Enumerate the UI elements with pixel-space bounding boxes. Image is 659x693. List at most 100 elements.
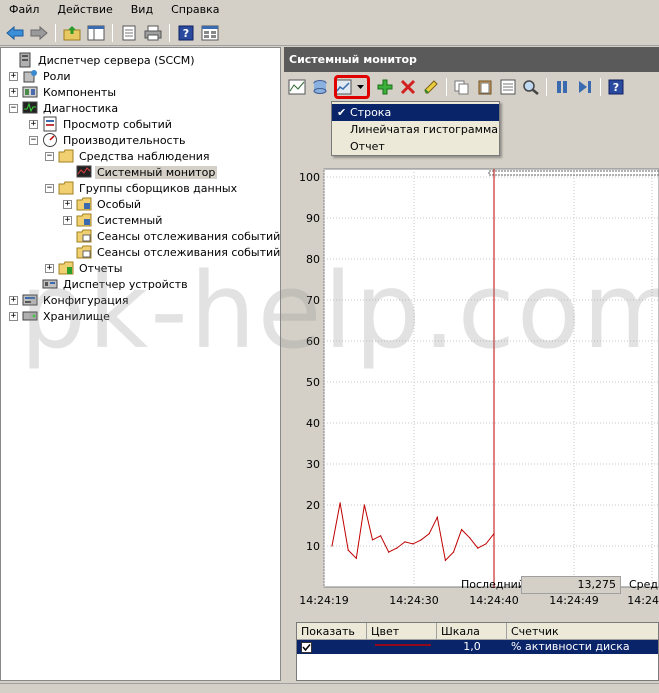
expand-icon[interactable]: + xyxy=(9,295,18,305)
header-scale[interactable]: Шкала xyxy=(437,623,507,640)
show-hide-tree-button[interactable] xyxy=(85,22,107,44)
expand-icon[interactable]: + xyxy=(29,119,38,129)
menu-file[interactable]: Файл xyxy=(0,0,48,20)
svg-text:?: ? xyxy=(183,27,189,40)
tree-item[interactable]: − Средства наблюдения xyxy=(45,148,212,164)
back-button[interactable] xyxy=(4,22,26,44)
tree-item-label: Особый xyxy=(97,197,142,211)
highlight-button[interactable] xyxy=(420,76,442,98)
tree-item[interactable]: + Роли xyxy=(9,68,73,84)
collapse-icon[interactable]: − xyxy=(45,151,54,161)
tree-item-label: Компоненты xyxy=(43,85,117,99)
tree-item[interactable]: Сеансы отслеживания событий xyxy=(63,228,280,244)
tree-item[interactable]: Диспетчер сервера (SCCM) xyxy=(4,52,197,68)
no-expander xyxy=(4,56,13,65)
scale-cell: 1,0 xyxy=(463,640,481,653)
storage-icon xyxy=(22,308,38,324)
event-viewer-icon xyxy=(42,116,58,132)
components-icon xyxy=(22,84,38,100)
data-point xyxy=(412,543,414,545)
tree-item[interactable]: − Группы сборщиков данных xyxy=(45,180,239,196)
header-color[interactable]: Цвет xyxy=(367,623,437,640)
delete-counter-button[interactable] xyxy=(397,76,419,98)
paste-counter-list-button[interactable] xyxy=(474,76,496,98)
help-button[interactable]: ? xyxy=(175,22,197,44)
update-data-button[interactable] xyxy=(574,76,596,98)
header-counter[interactable]: Счетчик xyxy=(507,623,658,640)
zoom-button[interactable] xyxy=(520,76,542,98)
tree-item-label: Системный монитор xyxy=(95,165,218,179)
data-point xyxy=(469,537,471,539)
collapse-icon[interactable]: − xyxy=(9,103,18,113)
menu-bar: Файл Действие Вид Справка xyxy=(0,0,659,20)
properties-button-pm[interactable] xyxy=(497,76,519,98)
graph-type-option-label: Линейчатая гистограмма xyxy=(350,123,498,136)
header-show[interactable]: Показать xyxy=(297,623,367,640)
tree-item[interactable]: + Хранилище xyxy=(9,308,112,324)
graph-type-option[interactable]: Отчет xyxy=(332,138,499,155)
tree-item[interactable]: + Компоненты xyxy=(9,84,118,100)
tree-item[interactable]: Диспетчер устройств xyxy=(29,276,190,292)
collapse-icon[interactable]: − xyxy=(45,183,54,193)
menu-action[interactable]: Действие xyxy=(48,0,121,20)
plot-area xyxy=(323,168,659,588)
graph-type-highlight-frame xyxy=(334,75,370,99)
y-tick-label: 50 xyxy=(306,376,320,389)
back-arrow-icon xyxy=(6,25,24,40)
tree-item-label: Просмотр событий xyxy=(63,117,172,131)
freeze-display-button[interactable] xyxy=(551,76,573,98)
expand-icon[interactable]: + xyxy=(63,215,72,225)
show-checkbox-cell[interactable] xyxy=(297,640,367,654)
properties-button[interactable] xyxy=(118,22,140,44)
data-point xyxy=(461,529,463,531)
expand-icon[interactable]: + xyxy=(63,199,72,209)
current-activity-icon xyxy=(288,79,306,95)
tree-item[interactable]: + Просмотр событий xyxy=(29,116,174,132)
up-level-button[interactable] xyxy=(61,22,83,44)
expand-icon[interactable]: + xyxy=(9,71,18,81)
help-button-pm[interactable]: ? xyxy=(605,76,627,98)
data-point xyxy=(339,502,341,504)
menu-view[interactable]: Вид xyxy=(122,0,162,20)
data-point xyxy=(404,541,406,543)
export-list-button[interactable] xyxy=(199,22,221,44)
graph-type-option[interactable]: Линейчатая гистограмма xyxy=(332,121,499,138)
menu-help[interactable]: Справка xyxy=(162,0,228,20)
tree-item[interactable]: + Системный xyxy=(63,212,164,228)
help-icon: ? xyxy=(178,25,194,40)
tree-item[interactable]: − Производительность xyxy=(29,132,188,148)
toolbar-separator xyxy=(169,23,170,42)
tree-item[interactable]: Системный монитор xyxy=(63,164,218,180)
print-button[interactable] xyxy=(142,22,164,44)
add-counter-button[interactable] xyxy=(374,76,396,98)
tree-item-label: Хранилище xyxy=(43,309,110,323)
data-point xyxy=(380,535,382,537)
reports-icon xyxy=(58,260,74,276)
data-point xyxy=(428,533,430,535)
tree-item[interactable]: − Диагностика xyxy=(9,100,120,116)
checkbox-checked-icon[interactable] xyxy=(301,642,312,653)
expand-icon[interactable]: + xyxy=(9,311,18,321)
graph-type-option-label: Строка xyxy=(350,106,392,119)
counter-row[interactable]: 1,0 % активности диска xyxy=(297,640,658,654)
copy-properties-button[interactable] xyxy=(451,76,473,98)
y-tick-label: 30 xyxy=(306,458,320,471)
tree-item[interactable]: + Особый xyxy=(63,196,143,212)
data-point xyxy=(347,549,349,551)
graph-type-menu: ✔ Строка Линейчатая гистограмма Отчет xyxy=(331,101,500,156)
view-log-data-button[interactable] xyxy=(309,76,331,98)
expand-icon[interactable]: + xyxy=(9,87,18,97)
view-current-activity-button[interactable] xyxy=(286,76,308,98)
forward-button[interactable] xyxy=(28,22,50,44)
collapse-icon[interactable]: − xyxy=(29,135,38,145)
tree-item-label: Группы сборщиков данных xyxy=(79,181,238,195)
tree-item[interactable]: + Отчеты xyxy=(45,260,124,276)
graph-type-option[interactable]: ✔ Строка xyxy=(332,104,499,121)
counter-legend-table: Показать Цвет Шкала Счетчик 1,0 % активн… xyxy=(296,622,659,681)
tree-item[interactable]: + Конфигурация xyxy=(9,292,131,308)
tree-item[interactable]: Сеансы отслеживания событий за xyxy=(63,244,280,260)
properties-list-icon xyxy=(500,79,516,95)
add-plus-icon xyxy=(377,79,393,95)
average-value-label: Средн xyxy=(629,578,659,591)
expand-icon[interactable]: + xyxy=(45,263,54,273)
